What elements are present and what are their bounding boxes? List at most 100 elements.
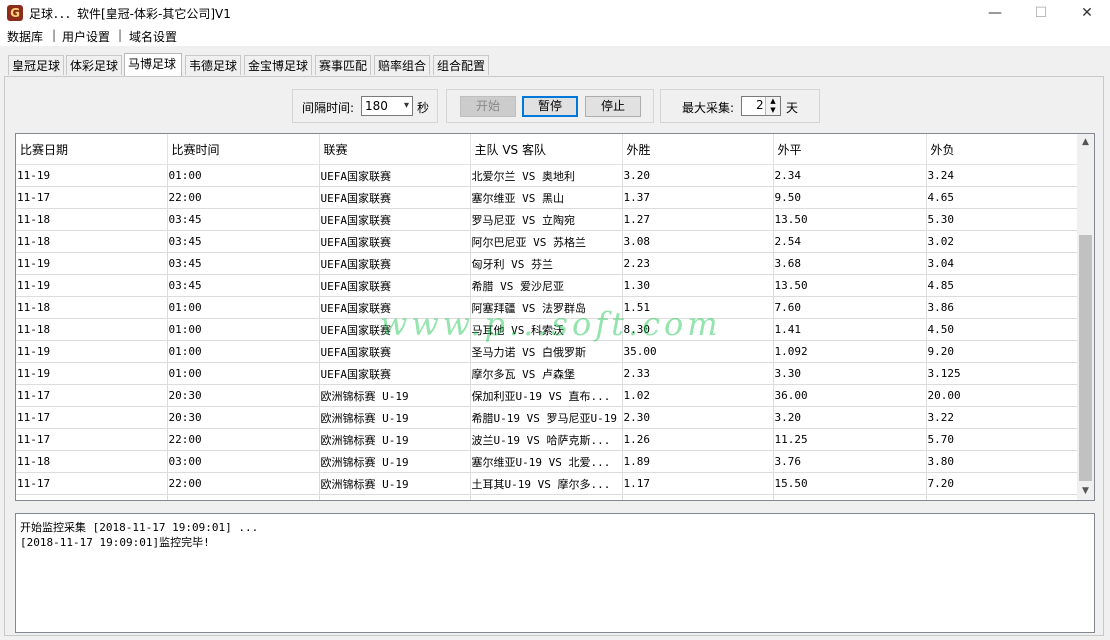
table-row[interactable]: 11-17 20:30 欧洲锦标赛 U-19 保加利亚U-19 VS 直布... 1.0… — [16, 384, 1079, 407]
cell-away-win: 3.22 — [926, 406, 1079, 429]
table-row[interactable]: 11-18 01:00 UEFA国家联赛 马耳他 VS 科索沃 8.30 1.41 4.50 — [16, 318, 1079, 341]
cell-draw: 3.20 — [773, 406, 927, 429]
table-row[interactable]: 11-17 22:00 欧洲锦标赛 U-19 波兰U-19 VS 哈萨克斯... 1.2… — [16, 428, 1079, 451]
col-header-teams[interactable]: 主队 VS 客队 — [470, 134, 623, 165]
menu-database[interactable]: 数据库 — [7, 28, 43, 45]
max-collect-value: 2 — [756, 98, 764, 112]
tab-jinbaobo-football[interactable]: 金宝博足球 — [244, 55, 312, 75]
cell-league: UEFA国家联赛 — [319, 296, 471, 319]
cell-match-time: 01:00 — [167, 318, 320, 341]
stop-button[interactable]: 停止 — [585, 96, 641, 117]
cell-match-time: 22:00 — [167, 186, 320, 209]
table-row[interactable]: 11-17 20:30 欧洲锦标赛 U-19 希腊U-19 VS 罗马尼亚U-19 2.… — [16, 406, 1079, 429]
cell-away-win: 3.86 — [926, 296, 1079, 319]
table-row[interactable]: 11-19 01:00 UEFA国家联赛 摩尔多瓦 VS 卢森堡 2.33 3.30 3.1… — [16, 362, 1079, 385]
col-header-away-win[interactable]: 外负 — [926, 134, 1079, 165]
table-row[interactable]: 11-1917:00欧洲锦标赛 U-19拉脱维亚U-19 VS 塞浦...1.7… — [16, 494, 1079, 500]
table-row[interactable]: 11-18 03:00 欧洲锦标赛 U-19 塞尔维亚U-19 VS 北爱... 1.8… — [16, 450, 1079, 473]
maximize-button[interactable]: ☐ — [1018, 0, 1064, 26]
cell-home-win: 2.23 — [622, 252, 774, 275]
grid-body: 11-19 01:00 UEFA国家联赛 北爱尔兰 VS 奥地利 3.20 2.34 3.2… — [16, 164, 1079, 500]
tab-weide-football[interactable]: 韦德足球 — [185, 55, 241, 75]
spinner-arrows-icon[interactable]: ▲ ▼ — [765, 97, 780, 115]
tab-lottery-football[interactable]: 体彩足球 — [66, 55, 122, 75]
log-output[interactable]: 开始监控采集 [2018-11-17 19:09:01] ... [2018-1… — [15, 513, 1095, 633]
cell-league: 欧洲锦标赛 U-19 — [319, 450, 471, 473]
scroll-thumb[interactable] — [1079, 235, 1092, 481]
cell-match-time: 01:00 — [167, 362, 320, 385]
table-row[interactable]: 11-19 03:45 UEFA国家联赛 希腊 VS 爱沙尼亚 1.30 13.50 4.8… — [16, 274, 1079, 297]
cell-teams: 保加利亚U-19 VS 直布... — [470, 384, 623, 407]
cell-league: 欧洲锦标赛 U-19 — [319, 406, 471, 429]
cell-match-date: 11-19 — [16, 494, 168, 500]
cell-teams: 罗马尼亚 VS 立陶宛 — [470, 208, 623, 231]
cell-match-date: 11-18 — [16, 296, 168, 319]
cell-draw: 36.00 — [773, 384, 927, 407]
cell-draw: 9.50 — [773, 186, 927, 209]
cell-league: UEFA国家联赛 — [319, 318, 471, 341]
log-line: 开始监控采集 [2018-11-17 19:09:01] ... — [20, 521, 259, 534]
app-logo-icon: G — [7, 5, 23, 21]
vertical-scrollbar[interactable]: ▲ ▼ — [1077, 134, 1094, 500]
pause-button[interactable]: 暂停 — [522, 96, 578, 117]
cell-home-win: 35.00 — [622, 340, 774, 363]
col-header-home-win[interactable]: 外胜 — [622, 134, 774, 165]
cell-draw: 1.092 — [773, 340, 927, 363]
minimize-button[interactable]: — — [972, 0, 1018, 26]
action-button-group: 开始 暂停 停止 — [446, 89, 654, 123]
tab-combination-config[interactable]: 组合配置 — [433, 55, 489, 75]
cell-home-win: 8.30 — [622, 318, 774, 341]
cell-league: 欧洲锦标赛 U-19 — [319, 428, 471, 451]
menu-user-settings[interactable]: 用户设置 — [62, 28, 110, 45]
cell-match-time: 01:00 — [167, 340, 320, 363]
header-row: 比赛日期 比赛时间 联赛 主队 VS 客队 外胜 外平 外负 — [16, 134, 1079, 165]
cell-home-win: 3.20 — [622, 164, 774, 187]
menu-separator: | — [118, 28, 123, 42]
scroll-down-icon[interactable]: ▼ — [1077, 483, 1094, 500]
tab-mabo-football[interactable]: 马博足球 — [124, 53, 182, 77]
cell-teams: 北爱尔兰 VS 奥地利 — [470, 164, 623, 187]
cell-draw: 1.41 — [773, 318, 927, 341]
cell-league: UEFA国家联赛 — [319, 164, 471, 187]
match-odds-table: 比赛日期 比赛时间 联赛 主队 VS 客队 外胜 外平 外负 11-19 01:0… — [16, 134, 1079, 500]
tab-crown-football[interactable]: 皇冠足球 — [8, 55, 64, 75]
scroll-up-icon[interactable]: ▲ — [1077, 134, 1094, 151]
cell-match-date: 11-17 — [16, 428, 168, 451]
table-row[interactable]: 11-17 22:00 UEFA国家联赛 塞尔维亚 VS 黑山 1.37 9.50 4.65 — [16, 186, 1079, 209]
col-header-match-date[interactable]: 比赛日期 — [16, 134, 168, 165]
cell-league: UEFA国家联赛 — [319, 186, 471, 209]
cell-teams: 圣马力诺 VS 白俄罗斯 — [470, 340, 623, 363]
table-row[interactable]: 11-17 22:00 欧洲锦标赛 U-19 土耳其U-19 VS 摩尔多... 1.1… — [16, 472, 1079, 495]
cell-away-win: 3.24 — [926, 164, 1079, 187]
cell-match-time: 01:00 — [167, 296, 320, 319]
max-collect-label: 最大采集: — [682, 101, 735, 115]
col-header-draw[interactable]: 外平 — [773, 134, 927, 165]
cell-teams: 波兰U-19 VS 哈萨克斯... — [470, 428, 623, 451]
match-odds-grid[interactable]: 比赛日期 比赛时间 联赛 主队 VS 客队 外胜 外平 外负 11-19 01:0… — [15, 133, 1095, 501]
table-row[interactable]: 11-18 01:00 UEFA国家联赛 阿塞拜疆 VS 法罗群岛 1.51 7.60 3.… — [16, 296, 1079, 319]
menu-domain-settings[interactable]: 域名设置 — [129, 28, 177, 45]
cell-home-win: 1.37 — [622, 186, 774, 209]
max-collect-unit: 天 — [786, 101, 799, 115]
cell-match-date: 11-17 — [16, 186, 168, 209]
cell-away-win: 4.50 — [926, 318, 1079, 341]
tab-match-pairing[interactable]: 赛事匹配 — [315, 55, 371, 75]
cell-away-win: 4.65 — [926, 186, 1079, 209]
table-row[interactable]: 11-19 01:00 UEFA国家联赛 圣马力诺 VS 白俄罗斯 35.00 1.092… — [16, 340, 1079, 363]
close-button[interactable]: ✕ — [1064, 0, 1110, 26]
max-collect-spinner[interactable]: 2 ▲ ▼ — [741, 96, 781, 116]
col-header-league[interactable]: 联赛 — [319, 134, 471, 165]
interval-select[interactable]: 180 ▾ — [361, 96, 413, 116]
tab-odds-combination[interactable]: 赔率组合 — [374, 55, 430, 75]
table-row[interactable]: 11-18 03:45 UEFA国家联赛 阿尔巴尼亚 VS 苏格兰 3.08 2.54 3.… — [16, 230, 1079, 253]
cell-away-win: 3.80 — [926, 450, 1079, 473]
cell-match-date: 11-17 — [16, 472, 168, 495]
start-button[interactable]: 开始 — [460, 96, 516, 117]
cell-away-win: 9.20 — [926, 340, 1079, 363]
table-row[interactable]: 11-18 03:45 UEFA国家联赛 罗马尼亚 VS 立陶宛 1.27 13.50 5.… — [16, 208, 1079, 231]
table-row[interactable]: 11-19 01:00 UEFA国家联赛 北爱尔兰 VS 奥地利 3.20 2.34 3.2… — [16, 164, 1079, 187]
cell-teams: 希腊 VS 爱沙尼亚 — [470, 274, 623, 297]
interval-unit: 秒 — [417, 101, 430, 115]
col-header-match-time[interactable]: 比赛时间 — [167, 134, 320, 165]
table-row[interactable]: 11-19 03:45 UEFA国家联赛 匈牙利 VS 芬兰 2.23 3.68 3.04 — [16, 252, 1079, 275]
